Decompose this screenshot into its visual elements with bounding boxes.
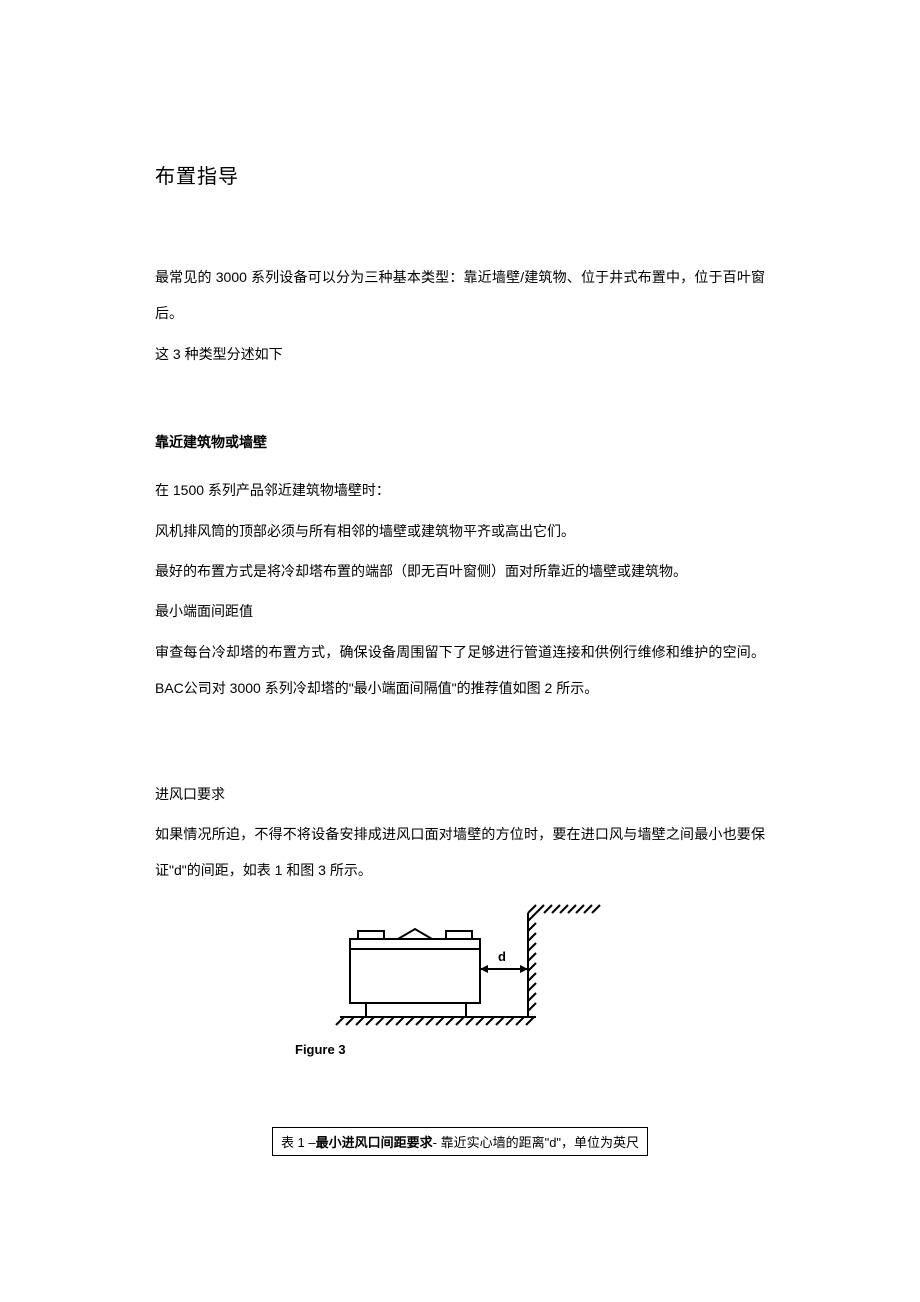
figure-label-d: d [498, 949, 506, 964]
table-1-title-wrap: 表 1 –最小进风口间距要求- 靠近实心墙的距离"d"，单位为英尺 [155, 1127, 765, 1156]
s1-p5: 审查每台冷却塔的布置方式，确保设备周围留下了足够进行管道连接和供例行维修和维护的… [155, 634, 765, 707]
section-heading-adjacent: 靠近建筑物或墙壁 [155, 432, 765, 452]
s2-p1: 如果情况所迫，不得不将设备安排成进风口面对墙壁的方位时，要在进口风与墙壁之间最小… [155, 816, 765, 889]
table-title-bold: 最小进风口间距要求 [316, 1135, 433, 1150]
s1-p4: 最小端面间距值 [155, 593, 765, 629]
s1-p3: 最好的布置方式是将冷却塔布置的端部（即无百叶窗侧）面对所靠近的墙壁或建筑物。 [155, 553, 765, 589]
section-heading-airinlet: 进风口要求 [155, 776, 765, 812]
intro-para-2: 这 3 种类型分述如下 [155, 336, 765, 372]
table-title-prefix: 表 1 – [281, 1135, 316, 1150]
document-page: 布置指导 最常见的 3000 系列设备可以分为三种基本类型：靠近墙壁/建筑物、位… [0, 0, 920, 1256]
s1-p2: 风机排风筒的顶部必须与所有相邻的墙壁或建筑物平齐或高出它们。 [155, 513, 765, 549]
table-1-title: 表 1 –最小进风口间距要求- 靠近实心墙的距离"d"，单位为英尺 [272, 1127, 648, 1156]
table-title-suffix: - 靠近实心墙的距离"d"，单位为英尺 [433, 1135, 639, 1150]
s1-p1: 在 1500 系列产品邻近建筑物墙壁时： [155, 472, 765, 508]
page-title: 布置指导 [155, 160, 765, 189]
intro-para-1: 最常见的 3000 系列设备可以分为三种基本类型：靠近墙壁/建筑物、位于井式布置… [155, 259, 765, 332]
figure-caption: Figure 3 [295, 1042, 765, 1057]
figure-3-diagram-icon: d [310, 899, 610, 1034]
figure-3-container: d Figure 3 [155, 899, 765, 1057]
